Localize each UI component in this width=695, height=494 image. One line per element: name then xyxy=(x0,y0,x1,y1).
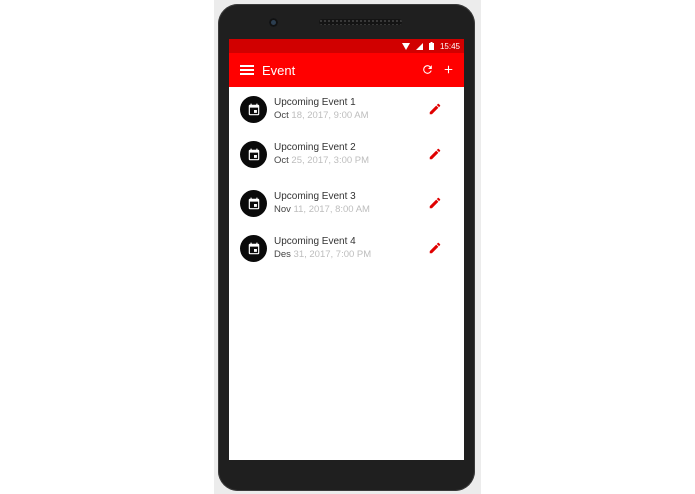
edit-button[interactable] xyxy=(428,102,442,116)
refresh-icon xyxy=(422,64,432,74)
refresh-button[interactable] xyxy=(419,61,435,77)
pencil-icon xyxy=(429,242,441,254)
app-bar: Event xyxy=(229,53,464,87)
wifi-icon xyxy=(401,42,410,50)
event-date-rest: 31, 2017, 7:00 PM xyxy=(293,249,372,260)
edit-button[interactable] xyxy=(428,147,442,161)
event-month: Oct xyxy=(274,110,289,121)
calendar-icon xyxy=(240,190,267,217)
event-date: Nov 11, 2017, 8:00 AM xyxy=(274,204,370,215)
calendar-icon xyxy=(240,235,267,262)
event-month: Des xyxy=(274,249,291,260)
calendar-icon xyxy=(240,96,267,123)
app-screen: 15:45 Event Upcoming Event 1 Oct 18, 201… xyxy=(229,39,464,460)
menu-icon[interactable] xyxy=(240,65,254,75)
front-camera xyxy=(269,18,278,27)
status-bar: 15:45 xyxy=(229,39,464,53)
event-date: Oct 25, 2017, 3:00 PM xyxy=(274,155,369,166)
event-month: Nov xyxy=(274,204,291,215)
list-item[interactable]: Upcoming Event 3 Nov 11, 2017, 8:00 AM xyxy=(229,185,464,225)
phone-frame: 15:45 Event Upcoming Event 1 Oct 18, 201… xyxy=(218,4,475,491)
battery-icon xyxy=(428,42,434,50)
event-title: Upcoming Event 2 xyxy=(274,142,356,153)
event-month: Oct xyxy=(274,155,289,166)
pencil-icon xyxy=(429,197,441,209)
app-bar-actions xyxy=(419,61,456,77)
earpiece-speaker xyxy=(319,19,402,25)
event-title: Upcoming Event 4 xyxy=(274,236,356,247)
event-date-rest: 18, 2017, 9:00 AM xyxy=(291,110,369,121)
list-item[interactable]: Upcoming Event 4 Des 31, 2017, 7:00 PM xyxy=(229,230,464,270)
signal-icon xyxy=(415,42,423,50)
event-title: Upcoming Event 3 xyxy=(274,191,356,202)
list-item[interactable]: Upcoming Event 1 Oct 18, 2017, 9:00 AM xyxy=(229,91,464,131)
event-date: Des 31, 2017, 7:00 PM xyxy=(274,249,371,260)
add-button[interactable] xyxy=(440,61,456,77)
event-date-rest: 11, 2017, 8:00 AM xyxy=(293,204,370,215)
event-title: Upcoming Event 1 xyxy=(274,97,356,108)
pencil-icon xyxy=(429,148,441,160)
event-date-rest: 25, 2017, 3:00 PM xyxy=(291,155,370,166)
list-item[interactable]: Upcoming Event 2 Oct 25, 2017, 3:00 PM xyxy=(229,136,464,176)
event-date: Oct 18, 2017, 9:00 AM xyxy=(274,110,369,121)
edit-button[interactable] xyxy=(428,241,442,255)
pencil-icon xyxy=(429,103,441,115)
calendar-icon xyxy=(240,141,267,168)
page-title: Event xyxy=(262,62,296,78)
status-time: 15:45 xyxy=(439,41,460,51)
add-icon xyxy=(444,65,452,73)
edit-button[interactable] xyxy=(428,196,442,210)
